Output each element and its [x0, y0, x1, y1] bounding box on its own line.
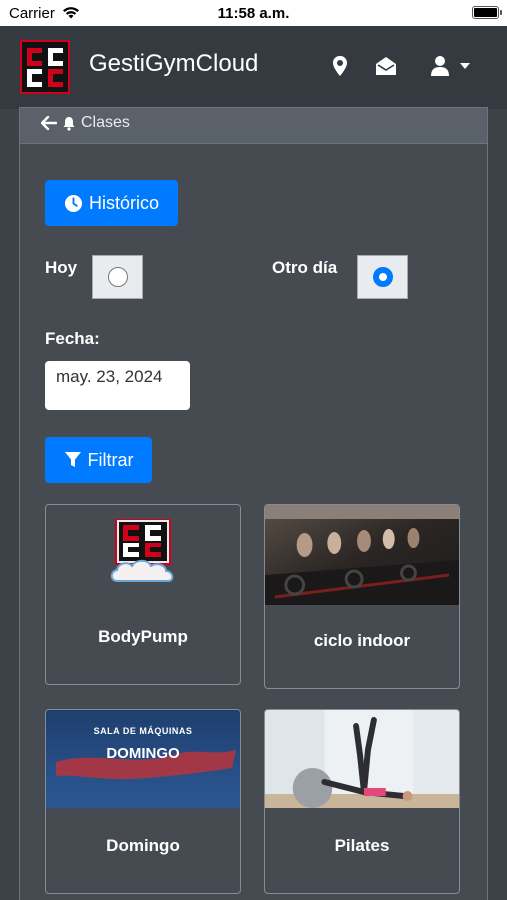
other-day-radio[interactable]: [373, 267, 393, 287]
status-bar: Carrier 11:58 a.m.: [0, 0, 507, 26]
filter-button-label: Filtrar: [87, 449, 134, 470]
bell-icon: [63, 116, 75, 131]
navbar: GestiGymCloud: [0, 26, 507, 109]
breadcrumb-label: Clases: [81, 114, 130, 131]
logo-mark-icon: [22, 42, 68, 92]
classes-panel: Clases Histórico Hoy Otro día Fecha: may…: [19, 107, 488, 900]
other-day-label: Otro día: [272, 258, 338, 277]
class-card-bodypump[interactable]: BodyPump: [45, 504, 241, 685]
history-button[interactable]: Histórico: [45, 180, 178, 226]
date-input[interactable]: may. 23, 2024: [45, 361, 190, 410]
filter-icon: [64, 452, 81, 467]
class-name: BodyPump: [98, 627, 188, 646]
history-button-label: Histórico: [88, 192, 159, 213]
mail-open-icon[interactable]: [374, 54, 398, 78]
class-name: Domingo: [106, 836, 180, 855]
back-arrow-icon[interactable]: [41, 116, 57, 130]
date-label: Fecha:: [45, 329, 100, 348]
user-icon[interactable]: [428, 54, 452, 78]
clock: 11:58 a.m.: [217, 5, 290, 22]
today-radio[interactable]: [108, 267, 128, 287]
other-day-radio-box[interactable]: [357, 255, 408, 299]
today-label: Hoy: [45, 258, 78, 277]
cycling-class-photo: [265, 505, 459, 605]
today-radio-box[interactable]: [92, 255, 143, 299]
page-content: Clases Histórico Hoy Otro día Fecha: may…: [0, 107, 507, 900]
class-card-domingo[interactable]: SALA DE MÁQUINAS DOMINGO Domingo: [45, 709, 241, 894]
location-pin-icon[interactable]: [328, 54, 352, 78]
class-name: Pilates: [334, 836, 390, 855]
breadcrumb: Clases: [20, 108, 487, 144]
app-title[interactable]: GestiGymCloud: [89, 50, 258, 78]
class-name: ciclo indoor: [313, 631, 411, 650]
class-card-pilates[interactable]: Pilates: [264, 709, 460, 894]
cloud-logo-image: [110, 519, 174, 582]
banner-line2: DOMINGO: [106, 745, 180, 762]
caret-down-icon[interactable]: [459, 62, 471, 70]
filter-button[interactable]: Filtrar: [45, 437, 152, 483]
pilates-class-photo: [265, 710, 459, 808]
battery-icon: [472, 6, 502, 19]
date-value: may. 23, 2024: [56, 367, 163, 386]
app-logo[interactable]: [20, 40, 70, 94]
clock-icon: [64, 194, 83, 212]
class-card-ciclo-indoor[interactable]: ciclo indoor: [264, 504, 460, 689]
banner-line1: SALA DE MÁQUINAS: [93, 726, 193, 736]
domingo-banner-image: SALA DE MÁQUINAS DOMINGO: [46, 710, 240, 808]
